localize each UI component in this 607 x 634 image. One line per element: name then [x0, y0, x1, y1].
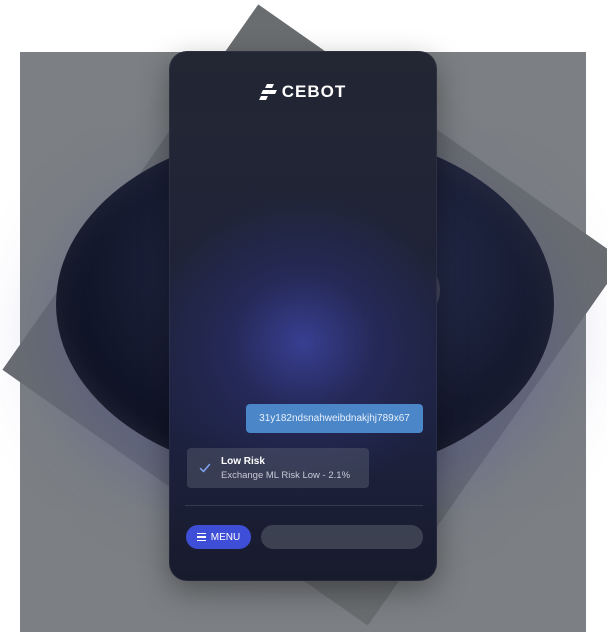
chevron-stack-icon: [258, 83, 278, 101]
check-icon: [199, 463, 211, 473]
menu-label: MENU: [210, 531, 241, 543]
stage: CEBOT 31y182ndsnahweibdnakjhj789x67 Low …: [0, 0, 607, 634]
address-message-bubble[interactable]: 31y182ndsnahweibdnakjhj789x67: [246, 404, 423, 433]
phone-screen: CEBOT 31y182ndsnahweibdnakjhj789x67 Low …: [169, 51, 437, 581]
message-input[interactable]: [261, 525, 423, 549]
menu-button[interactable]: MENU: [186, 525, 251, 549]
hamburger-icon: [196, 533, 206, 541]
risk-detail: Exchange ML Risk Low - 2.1%: [221, 469, 351, 481]
footer-divider: [185, 505, 423, 506]
brand-logo: CEBOT: [169, 81, 437, 103]
risk-title: Low Risk: [221, 455, 265, 467]
risk-text-block: Low Risk Exchange ML Risk Low - 2.1%: [221, 456, 350, 481]
risk-result-card: Low Risk Exchange ML Risk Low - 2.1%: [187, 448, 369, 488]
address-text: 31y182ndsnahweibdnakjhj789x67: [259, 413, 410, 424]
brand-name: CEBOT: [281, 82, 347, 101]
